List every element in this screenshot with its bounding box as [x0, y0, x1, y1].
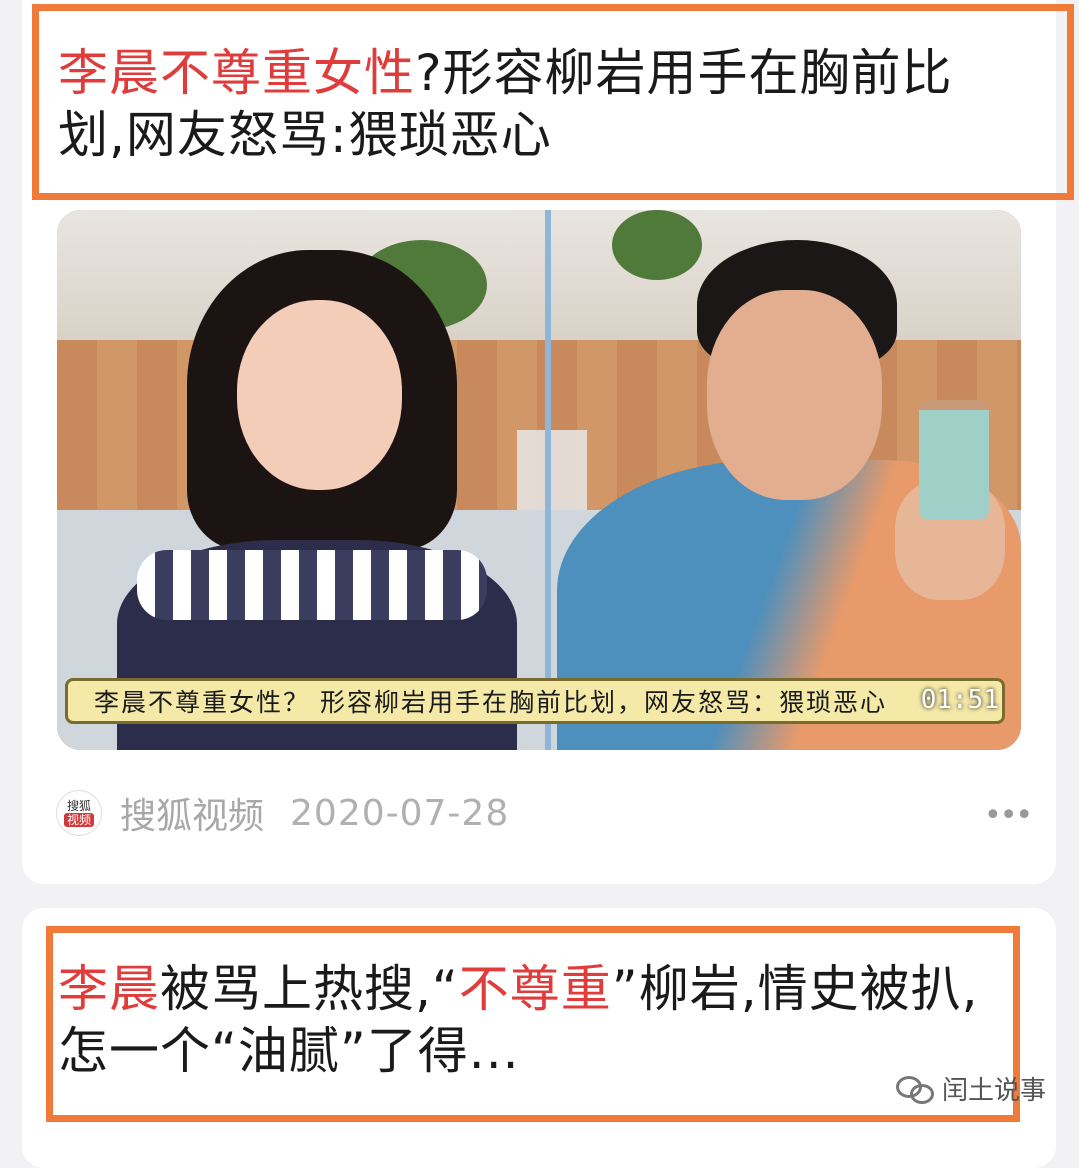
sohu-video-logo-icon: 搜狐 视频	[56, 790, 102, 836]
watermark-text: 闰土说事	[942, 1076, 1047, 1106]
video-thumbnail[interactable]: 李晨不尊重女性？ 形容柳岩用手在胸前比划，网友怒骂：猥琐恶心 01:51	[57, 210, 1021, 750]
video-duration: 01:51	[920, 685, 999, 715]
title-highlight: 李晨不尊重女性	[58, 44, 415, 102]
logo-top-text: 搜狐	[66, 799, 91, 813]
article-meta: 搜狐 视频 搜狐视频 2020-07-28	[56, 788, 509, 838]
wechat-icon	[896, 1074, 934, 1104]
more-dots-icon[interactable]: •••	[984, 798, 1033, 833]
title-highlight: 李晨	[58, 960, 160, 1018]
source-name[interactable]: 搜狐视频	[120, 787, 264, 839]
article-title[interactable]: 李晨被骂上热搜,“不尊重”柳岩,情史被扒,怎一个“油腻”了得...	[58, 958, 1018, 1082]
title-highlight: 不尊重	[458, 960, 612, 1018]
watermark: 闰土说事	[896, 1070, 1046, 1107]
video-frame-image	[57, 210, 1021, 750]
article-title[interactable]: 李晨不尊重女性?形容柳岩用手在胸前比划,网友怒骂:猥琐恶心	[58, 42, 1018, 166]
logo-bottom-text: 视频	[63, 813, 94, 827]
video-subtitle: 李晨不尊重女性？ 形容柳岩用手在胸前比划，网友怒骂：猥琐恶心	[65, 678, 1005, 724]
title-text: 被骂上热搜,“	[160, 960, 459, 1018]
publish-date: 2020-07-28	[290, 792, 510, 834]
